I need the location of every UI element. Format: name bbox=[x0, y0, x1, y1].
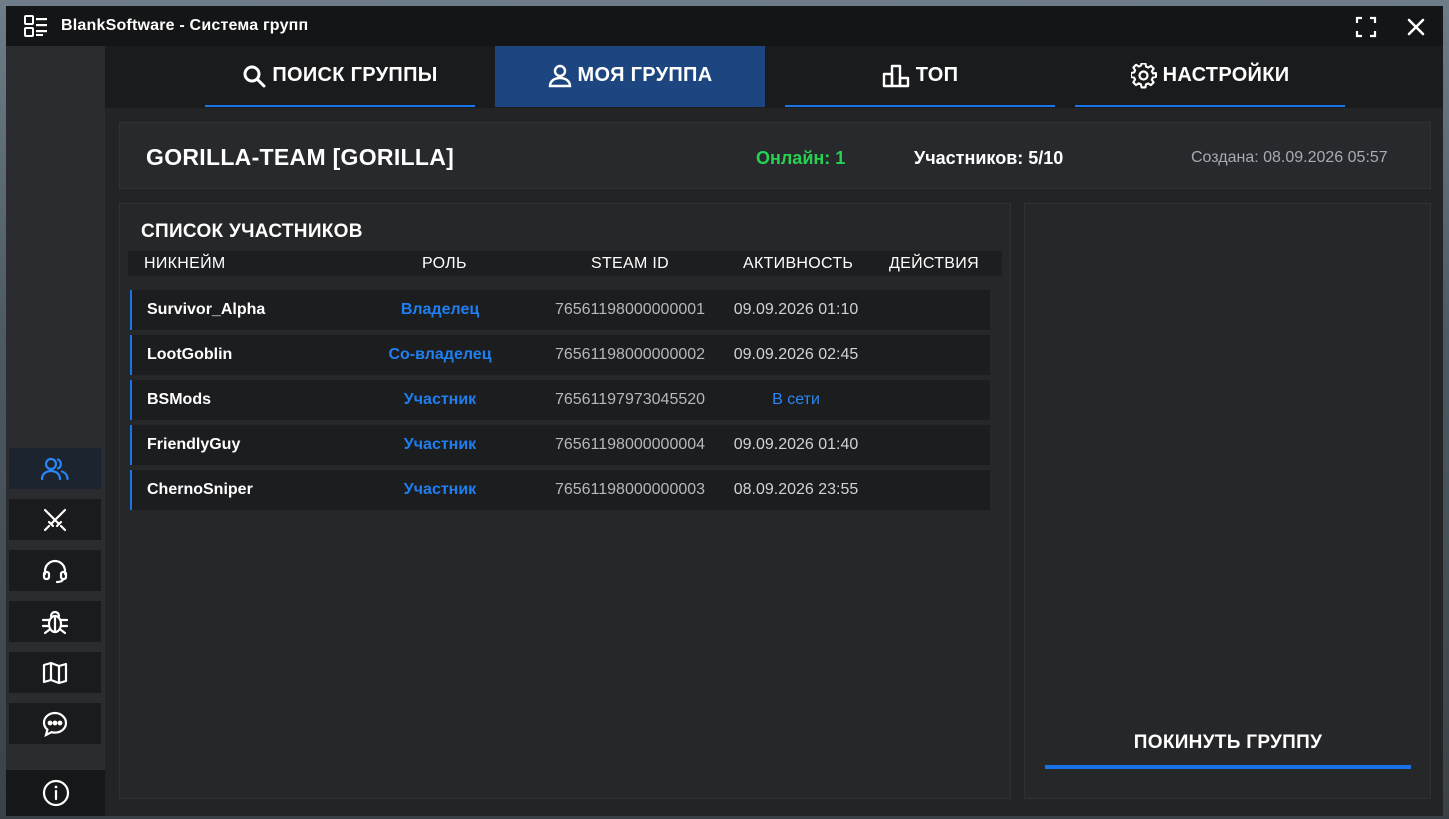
main-content: ПОИСК ГРУППЫ МОЯ ГРУППА ТОП НАСТРОЙКИ GO… bbox=[105, 46, 1443, 816]
close-icon bbox=[1407, 18, 1425, 36]
window-title: BlankSoftware - Система групп bbox=[61, 17, 309, 34]
tab-bar: ПОИСК ГРУППЫ МОЯ ГРУППА ТОП НАСТРОЙКИ bbox=[105, 46, 1443, 108]
leave-group-button[interactable]: ПОКИНУТЬ ГРУППУ bbox=[1045, 724, 1411, 769]
chat-icon bbox=[42, 711, 68, 737]
table-row[interactable]: BSMods Участник 76561197973045520 В сети bbox=[130, 380, 990, 420]
crossed-swords-icon bbox=[43, 508, 67, 531]
fullscreen-icon bbox=[1355, 16, 1377, 38]
sidebar-item-bugs[interactable] bbox=[9, 601, 101, 642]
tab-label: ПОИСК ГРУППЫ bbox=[272, 64, 438, 86]
map-icon bbox=[42, 661, 68, 684]
members-count: Участников: 5/10 bbox=[914, 148, 1064, 168]
sidebar-item-pvp[interactable] bbox=[9, 499, 101, 540]
online-count: Онлайн: 1 bbox=[756, 148, 846, 168]
tab-my-group[interactable]: МОЯ ГРУППА bbox=[495, 46, 765, 107]
tab-label: МОЯ ГРУППА bbox=[577, 64, 713, 86]
fullscreen-button[interactable] bbox=[1353, 14, 1379, 40]
member-steam-id: 76561198000000002 bbox=[554, 346, 706, 363]
search-icon bbox=[243, 65, 266, 87]
table-header: НИКНЕЙМ РОЛЬ STEAM ID АКТИВНОСТЬ ДЕЙСТВИ… bbox=[128, 251, 1002, 276]
info-button[interactable] bbox=[6, 770, 105, 816]
sidebar-item-chat[interactable] bbox=[9, 703, 101, 744]
member-activity: 09.09.2026 02:45 bbox=[733, 346, 859, 363]
headset-icon bbox=[42, 559, 68, 583]
group-name: GORILLA-TEAM [GORILLA] bbox=[146, 144, 455, 170]
members-panel: СПИСОК УЧАСТНИКОВ НИКНЕЙМ РОЛЬ STEAM ID … bbox=[119, 203, 1011, 799]
group-actions-panel: ПОКИНУТЬ ГРУППУ bbox=[1024, 203, 1431, 799]
created-date: Создана: 08.09.2026 05:57 bbox=[1191, 149, 1388, 166]
member-activity: 09.09.2026 01:40 bbox=[733, 436, 859, 453]
member-nickname: Survivor_Alpha bbox=[147, 301, 266, 318]
app-menu-icon[interactable] bbox=[24, 15, 48, 37]
podium-icon bbox=[882, 64, 909, 87]
member-role: Участник bbox=[403, 481, 477, 498]
tab-settings[interactable]: НАСТРОЙКИ bbox=[1075, 46, 1345, 107]
sidebar-item-support[interactable] bbox=[9, 550, 101, 591]
member-nickname: BSMods bbox=[147, 391, 211, 408]
member-nickname: LootGoblin bbox=[147, 346, 233, 363]
member-activity: 09.09.2026 01:10 bbox=[733, 301, 859, 318]
member-steam-id: 76561198000000003 bbox=[554, 481, 706, 498]
close-button[interactable] bbox=[1403, 14, 1429, 40]
table-row[interactable]: LootGoblin Со-владелец 76561198000000002… bbox=[130, 335, 990, 375]
tab-search-group[interactable]: ПОИСК ГРУППЫ bbox=[205, 46, 475, 107]
table-row[interactable]: ChernoSniper Участник 76561198000000003 … bbox=[130, 470, 990, 510]
member-nickname: ChernoSniper bbox=[147, 481, 253, 498]
member-steam-id: 76561197973045520 bbox=[554, 391, 706, 408]
column-header-actions: ДЕЙСТВИЯ bbox=[889, 255, 979, 272]
app-window: BlankSoftware - Система групп ПОИСК ГРУП… bbox=[6, 6, 1443, 816]
member-role: Со-владелец bbox=[388, 346, 492, 363]
table-row[interactable]: FriendlyGuy Участник 76561198000000004 0… bbox=[130, 425, 990, 465]
user-icon bbox=[548, 64, 571, 87]
group-info-header: GORILLA-TEAM [GORILLA] Онлайн: 1 Участни… bbox=[119, 122, 1431, 189]
member-nickname: FriendlyGuy bbox=[147, 436, 241, 453]
sidebar bbox=[6, 46, 105, 816]
members-title: СПИСОК УЧАСТНИКОВ bbox=[141, 221, 363, 242]
member-role: Владелец bbox=[400, 301, 480, 318]
column-header-role: РОЛЬ bbox=[422, 255, 467, 272]
users-icon bbox=[41, 457, 69, 480]
info-icon bbox=[42, 779, 69, 807]
member-activity: В сети bbox=[772, 391, 820, 408]
tab-label: ТОП bbox=[915, 64, 959, 86]
member-steam-id: 76561198000000004 bbox=[554, 436, 706, 453]
member-role: Участник bbox=[403, 436, 477, 453]
member-steam-id: 76561198000000001 bbox=[554, 301, 706, 318]
tab-label: НАСТРОЙКИ bbox=[1162, 64, 1290, 86]
table-row[interactable]: Survivor_Alpha Владелец 7656119800000000… bbox=[130, 290, 990, 330]
member-role: Участник bbox=[403, 391, 477, 408]
column-header-nickname: НИКНЕЙМ bbox=[144, 255, 226, 272]
bug-icon bbox=[41, 610, 69, 634]
column-header-steam-id: STEAM ID bbox=[591, 255, 669, 272]
sidebar-item-groups[interactable] bbox=[9, 448, 101, 489]
tab-top[interactable]: ТОП bbox=[785, 46, 1055, 107]
member-activity: 08.09.2026 23:55 bbox=[733, 481, 859, 498]
gear-icon bbox=[1130, 62, 1157, 89]
title-bar: BlankSoftware - Система групп bbox=[6, 6, 1443, 46]
sidebar-item-map[interactable] bbox=[9, 652, 101, 693]
column-header-activity: АКТИВНОСТЬ bbox=[743, 255, 854, 272]
